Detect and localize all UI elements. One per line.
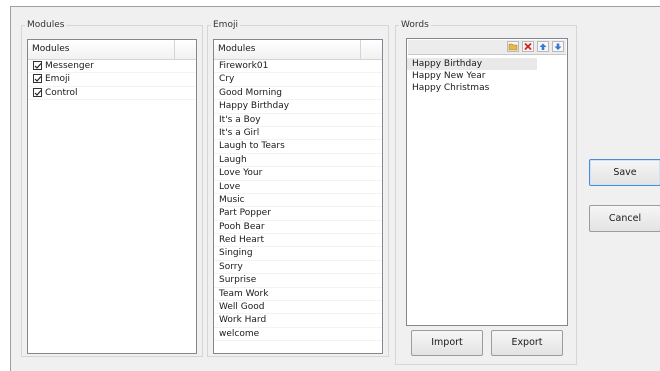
emoji-row[interactable]: Team Work bbox=[214, 288, 382, 302]
emoji-group: Emoji Modules Firework01 Cry Good Morning H… bbox=[207, 19, 389, 357]
emoji-row[interactable]: Love bbox=[214, 181, 382, 194]
emoji-rows: Firework01 Cry Good Morning Happy Birthday I… bbox=[214, 60, 382, 353]
word-row[interactable]: Happy Christmas bbox=[407, 82, 567, 94]
emoji-row[interactable]: Happy Birthday bbox=[214, 100, 382, 114]
words-toolbar bbox=[408, 40, 566, 55]
move-up-icon[interactable] bbox=[537, 41, 549, 52]
words-list[interactable]: Happy Birthday Happy New Year Happy Chri… bbox=[406, 38, 568, 326]
export-button[interactable]: Export bbox=[491, 330, 563, 356]
modules-column-header: Modules bbox=[28, 40, 196, 60]
emoji-column-header: Modules bbox=[214, 40, 382, 60]
emoji-group-title: Emoji bbox=[211, 19, 240, 31]
emoji-row[interactable]: Love Your bbox=[214, 167, 382, 181]
emoji-list[interactable]: Modules Firework01 Cry Good Morning Happy B… bbox=[213, 39, 383, 354]
word-row[interactable]: Happy Birthday bbox=[407, 58, 537, 70]
emoji-row[interactable]: It's a Girl bbox=[214, 127, 382, 141]
modules-rows: Messenger Emoji Control bbox=[28, 60, 196, 353]
emoji-row[interactable]: Well Good bbox=[214, 301, 382, 315]
emoji-row[interactable]: It's a Boy bbox=[214, 114, 382, 127]
open-folder-icon[interactable] bbox=[507, 41, 519, 52]
emoji-row[interactable]: Good Morning bbox=[214, 87, 382, 101]
word-row[interactable]: Happy New Year bbox=[407, 70, 567, 82]
module-label: Messenger bbox=[45, 61, 94, 71]
emoji-header-cell[interactable]: Modules bbox=[214, 40, 361, 59]
words-group: Words Happy Birthday Happy New Year Happ… bbox=[395, 19, 577, 365]
cancel-button[interactable]: Cancel bbox=[589, 205, 660, 232]
modules-group-title: Modules bbox=[25, 19, 67, 31]
emoji-header-spare-cell bbox=[361, 40, 382, 59]
module-row-emoji[interactable]: Emoji bbox=[28, 73, 196, 87]
move-down-icon[interactable] bbox=[552, 41, 564, 52]
module-row-messenger[interactable]: Messenger bbox=[28, 60, 196, 74]
words-group-title: Words bbox=[399, 19, 431, 31]
words-rows: Happy Birthday Happy New Year Happy Chri… bbox=[407, 58, 567, 325]
emoji-row[interactable]: Singing bbox=[214, 247, 382, 261]
import-button[interactable]: Import bbox=[411, 330, 483, 356]
emoji-row[interactable]: Laugh bbox=[214, 154, 382, 168]
emoji-row[interactable]: Red Heart bbox=[214, 234, 382, 248]
emoji-row[interactable]: Pooh Bear bbox=[214, 221, 382, 235]
module-row-control[interactable]: Control bbox=[28, 87, 196, 101]
modules-list[interactable]: Modules Messenger Emoji Control bbox=[27, 39, 197, 354]
emoji-checkbox[interactable] bbox=[33, 74, 42, 84]
emoji-row[interactable]: Music bbox=[214, 194, 382, 208]
emoji-row[interactable]: Cry bbox=[214, 73, 382, 87]
emoji-row[interactable]: Surprise bbox=[214, 274, 382, 288]
save-button[interactable]: Save bbox=[589, 159, 660, 186]
delete-icon[interactable] bbox=[522, 41, 534, 52]
control-checkbox[interactable] bbox=[33, 87, 42, 97]
dialog-frame: Modules Modules Messenger Emoji Control … bbox=[10, 6, 660, 371]
modules-header-spare-cell bbox=[175, 40, 196, 59]
module-label: Control bbox=[45, 87, 78, 98]
emoji-row[interactable]: Sorry bbox=[214, 261, 382, 275]
module-label: Emoji bbox=[45, 74, 70, 85]
emoji-row[interactable]: Part Popper bbox=[214, 207, 382, 221]
emoji-row[interactable]: Firework01 bbox=[214, 60, 382, 74]
emoji-row[interactable]: welcome bbox=[214, 328, 382, 342]
emoji-row[interactable]: Laugh to Tears bbox=[214, 140, 382, 154]
modules-header-cell[interactable]: Modules bbox=[28, 40, 175, 59]
emoji-row[interactable]: Work Hard bbox=[214, 314, 382, 328]
modules-group: Modules Modules Messenger Emoji Control bbox=[21, 19, 203, 357]
messenger-checkbox[interactable] bbox=[33, 61, 42, 70]
